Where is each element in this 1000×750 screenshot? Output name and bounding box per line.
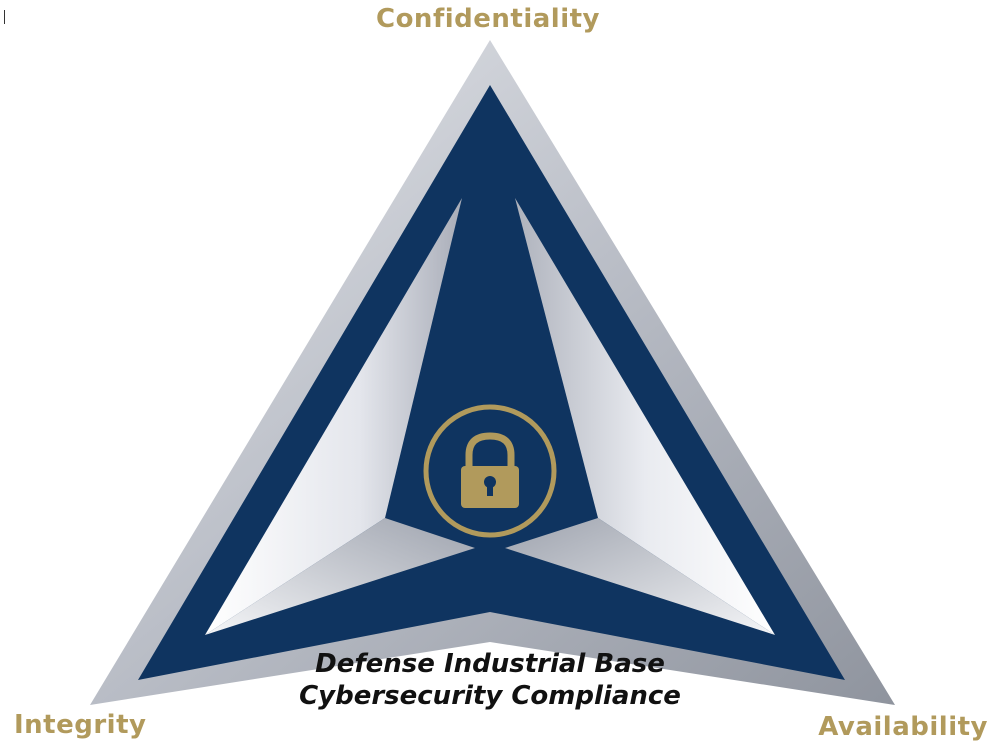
triangle-emblem-graphic <box>90 40 895 705</box>
confidentiality-label: Confidentiality <box>375 4 601 34</box>
cia-triad-emblem: Confidentiality Integrity Availability D… <box>0 0 1000 750</box>
availability-label: Availability <box>818 712 988 742</box>
caption-line-2: Cybersecurity Compliance <box>299 681 681 711</box>
caption-line-1: Defense Industrial Base <box>315 649 665 679</box>
integrity-label: Integrity <box>14 710 147 740</box>
